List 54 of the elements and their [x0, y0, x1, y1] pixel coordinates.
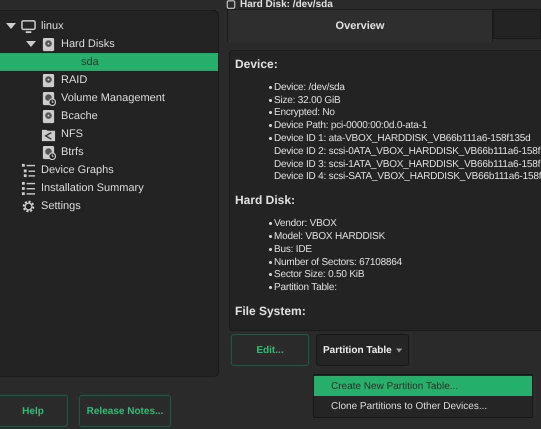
bullet-icon [269, 260, 272, 264]
menu-button[interactable]: Partition Table [316, 334, 409, 366]
detail-text: Vendor: VBOX [274, 218, 337, 230]
tree-item[interactable]: NFS [0, 125, 218, 143]
tree-item[interactable]: Device Graphs [0, 161, 218, 179]
bullet-icon [269, 235, 272, 238]
disk-clock-icon [41, 144, 56, 160]
tree-item[interactable]: Volume Management [0, 89, 218, 107]
disk-clock-icon [41, 90, 56, 106]
bullet-icon [269, 124, 272, 128]
bullet-icon [269, 248, 272, 251]
tree-item[interactable]: Hard Disks [0, 35, 218, 53]
help-button[interactable]: Help [0, 395, 68, 427]
caret-icon [396, 348, 402, 352]
bullet-icon [269, 111, 272, 114]
section-heading: File System: [235, 304, 307, 318]
tree-item[interactable]: sda [0, 53, 218, 71]
detail-text: Partition Table: [274, 282, 337, 294]
section-heading: Hard Disk: [235, 193, 296, 208]
detail-text: Device ID 3: scsi-1ATA_VBOX_HARDDISK_VB66b111a6-158f [274, 158, 540, 170]
section-heading: Device: [235, 57, 279, 71]
tree-item[interactable]: linux [0, 17, 218, 35]
detail-text: Device Path: pci-0000:00:0d.0-ata-1 [274, 120, 428, 132]
tab[interactable]: Overview [227, 9, 493, 42]
tree-item[interactable]: Installation Summary [0, 179, 218, 197]
bullet-icon [269, 286, 272, 290]
settings-icon [21, 198, 36, 214]
tree-item[interactable]: Bcache [0, 107, 218, 125]
bullet-icon [269, 222, 272, 226]
detail-text: Device ID 2: scsi-0ATA_VBOX_HARDDISK_VB66b111a6-158f [274, 146, 540, 157]
release-notes-button[interactable]: Release Notes... [79, 395, 171, 427]
detail-text: Device ID 1: ata-VBOX_HARDDISK_VB66b111a6-158f135d [274, 133, 530, 144]
window-title: Hard Disk: /dev/sda [240, 0, 333, 9]
bullet-icon [269, 86, 272, 89]
bullet-icon [269, 98, 272, 102]
menu-item[interactable]: Create New Partition Table... [314, 376, 532, 396]
tree-list-icon [21, 162, 36, 178]
detail-text: Device: /dev/sda [274, 82, 345, 93]
detail-text: Number of Sectors: 67108864 [274, 256, 402, 268]
edit-button[interactable]: Edit... [231, 334, 309, 366]
bullet-icon [269, 273, 272, 276]
tree-item[interactable]: Settings [0, 197, 218, 215]
tree-item[interactable]: RAID [0, 71, 218, 89]
detail-text: Device ID 4: scsi-SATA_VBOX_HARDDISK_VB66b111a6-158f [274, 171, 541, 182]
detail-text: Encrypted: No [274, 107, 335, 118]
bullet-icon [269, 137, 272, 140]
detail-text: Size: 32.00 GiB [274, 94, 340, 106]
detail-text: Bus: IDE [274, 244, 312, 255]
detail-text: Model: VBOX HARDDISK [274, 231, 386, 242]
monitor-icon [21, 18, 36, 34]
list-icon [21, 180, 36, 196]
detail-text: Sector Size: 0.50 KiB [274, 269, 364, 280]
tree-item[interactable]: Btrfs [0, 143, 218, 161]
menu-item[interactable]: Clone Partitions to Other Devices... [314, 396, 532, 416]
